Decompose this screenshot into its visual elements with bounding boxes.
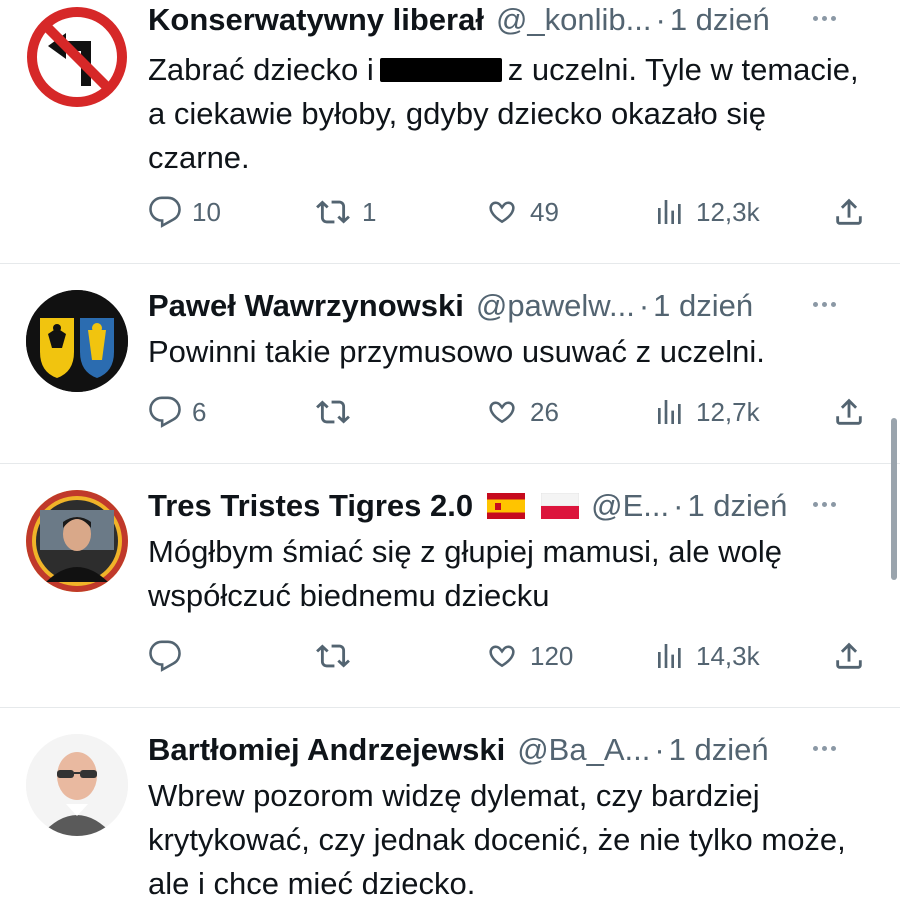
author-name[interactable]: Paweł Wawrzynowski <box>148 288 464 324</box>
share-icon <box>836 398 862 425</box>
like-button[interactable]: 120 <box>484 636 573 676</box>
retweet-button[interactable]: 1 <box>314 192 376 232</box>
like-count: 49 <box>530 196 559 227</box>
tweet-text: Mógłbym śmiać się z głupiej mamusi, ale … <box>148 534 783 613</box>
reply-icon <box>149 640 181 672</box>
tweet[interactable]: Konserwatywny liberał @_konlib... · 1 dz… <box>0 0 900 262</box>
bald-man-glasses-avatar <box>26 734 128 836</box>
views-button[interactable]: 12,7k <box>654 392 760 432</box>
heart-icon <box>489 401 515 424</box>
tweet[interactable]: Paweł Wawrzynowski @pawelw... · 1 dzień … <box>0 264 900 462</box>
tweet-header: Konserwatywny liberał @_konlib... · 1 dz… <box>148 0 870 40</box>
reply-button[interactable]: 10 <box>148 192 221 232</box>
man-portrait-avatar <box>26 490 128 592</box>
view-count: 12,7k <box>696 396 760 427</box>
poland-flag-icon <box>541 493 580 519</box>
flag-group <box>487 493 580 519</box>
like-count: 26 <box>530 396 559 427</box>
tweet-text: Wbrew pozorom widzę dylemat, czy bardzie… <box>148 778 846 901</box>
view-count: 12,3k <box>696 196 760 227</box>
reply-button[interactable]: 6 <box>148 392 206 432</box>
coat-of-arms-avatar <box>26 290 128 392</box>
view-count: 14,3k <box>696 640 760 671</box>
reply-icon <box>149 196 181 228</box>
views-chart-icon <box>658 400 681 424</box>
timestamp[interactable]: 1 dzień <box>653 288 753 324</box>
tweet-text: Zabrać dziecko iz uczelni. Tyle w temaci… <box>148 48 868 180</box>
avatar[interactable] <box>26 290 128 392</box>
like-button[interactable]: 26 <box>484 392 559 432</box>
separator-dot: · <box>638 288 650 323</box>
separator-dot: · <box>673 488 684 523</box>
separator-dot: · <box>655 2 666 37</box>
like-count: 120 <box>530 640 574 671</box>
retweet-button[interactable] <box>314 392 362 432</box>
share-icon <box>836 642 862 669</box>
retweet-icon <box>316 644 350 668</box>
heart-icon <box>489 201 515 224</box>
retweet-button[interactable] <box>314 636 362 676</box>
more-options-icon[interactable] <box>806 286 842 322</box>
action-bar: 10 1 49 12,3k <box>0 192 900 232</box>
action-bar: 6 26 12,7k <box>0 392 900 432</box>
tweet-header: Bartłomiej Andrzejewski @Ba_A... · 1 dzi… <box>148 730 870 770</box>
no-left-turn-sign-icon <box>27 7 127 107</box>
reply-feed: Konserwatywny liberał @_konlib... · 1 dz… <box>0 0 900 918</box>
retweet-count: 1 <box>362 196 377 227</box>
like-button[interactable]: 49 <box>484 192 559 232</box>
author-name[interactable]: Konserwatywny liberał <box>148 2 484 38</box>
retweet-icon <box>316 400 350 424</box>
share-button[interactable] <box>832 636 866 676</box>
author-handle[interactable]: @E... <box>591 488 669 524</box>
more-options-icon[interactable] <box>806 486 842 522</box>
views-chart-icon <box>658 644 681 668</box>
tweet-header: Paweł Wawrzynowski @pawelw... · 1 dzień <box>148 286 870 326</box>
separator-dot: · <box>654 732 665 767</box>
avatar[interactable] <box>26 6 128 108</box>
timestamp[interactable]: 1 dzień <box>669 732 769 768</box>
author-name[interactable]: Tres Tristes Tigres 2.0 <box>148 488 473 524</box>
tweet-text-part: Zabrać dziecko i <box>148 52 374 87</box>
author-handle[interactable]: @_konlib... <box>496 2 652 38</box>
author-name[interactable]: Bartłomiej Andrzejewski <box>148 732 505 768</box>
more-options-icon[interactable] <box>806 0 842 36</box>
reply-count: 10 <box>192 196 221 227</box>
action-bar: 120 14,3k <box>0 636 900 676</box>
spain-flag-icon <box>487 493 526 519</box>
views-button[interactable]: 14,3k <box>654 636 760 676</box>
reply-count: 6 <box>192 396 207 427</box>
author-handle[interactable]: @pawelw... <box>476 288 635 324</box>
tweet-text: Powinni takie przymusowo usuwać z uczeln… <box>148 334 765 369</box>
avatar[interactable] <box>26 734 128 836</box>
retweet-icon <box>316 200 350 224</box>
redaction-bar <box>379 58 502 82</box>
heart-icon <box>489 645 515 668</box>
scrollbar[interactable] <box>891 418 897 580</box>
author-handle[interactable]: @Ba_A... <box>517 732 650 768</box>
views-button[interactable]: 12,3k <box>654 192 760 232</box>
views-chart-icon <box>658 200 681 224</box>
avatar[interactable] <box>26 490 128 592</box>
timestamp[interactable]: 1 dzień <box>670 2 770 38</box>
share-icon <box>836 198 862 225</box>
tweet[interactable]: Bartłomiej Andrzejewski @Ba_A... · 1 dzi… <box>0 708 900 918</box>
reply-button[interactable] <box>148 636 192 676</box>
more-options-icon[interactable] <box>806 730 842 766</box>
tweet[interactable]: Tres Tristes Tigres 2.0 @E... · 1 dzień … <box>0 464 900 706</box>
share-button[interactable] <box>832 192 866 232</box>
timestamp[interactable]: 1 dzień <box>687 488 787 524</box>
reply-icon <box>149 396 181 428</box>
tweet-header: Tres Tristes Tigres 2.0 @E... · 1 dzień <box>148 486 870 526</box>
share-button[interactable] <box>832 392 866 432</box>
